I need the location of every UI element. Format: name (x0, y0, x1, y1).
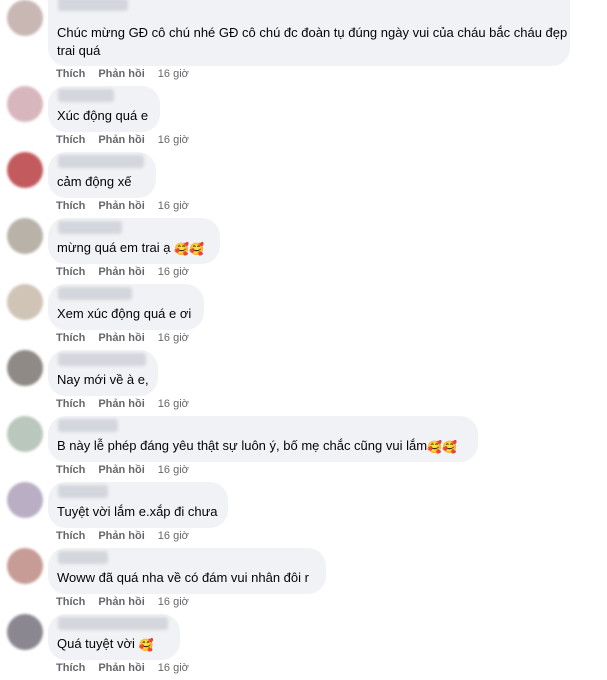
comment-bubble: Tuyệt vời lắm e.xắp đi chưa (48, 482, 228, 528)
author-name-blurred[interactable] (58, 485, 108, 498)
comment-actions: Thích Phản hồi 16 giờ (56, 199, 189, 213)
comment-bubble: B này lễ phép đáng yêu thật sự luôn ý, b… (48, 416, 478, 462)
comment-text: Tuyệt vời lắm e.xắp đi chưa (57, 503, 218, 521)
timestamp[interactable]: 16 giờ (158, 68, 189, 80)
like-button[interactable]: Thích (56, 134, 85, 146)
reply-button[interactable]: Phản hồi (98, 68, 144, 80)
comment-text: Chúc mừng GĐ cô chú nhé GĐ cô chú đc đoà… (57, 24, 577, 60)
like-button[interactable]: Thích (56, 266, 85, 278)
timestamp[interactable]: 16 giờ (158, 134, 189, 146)
like-button[interactable]: Thích (56, 68, 85, 80)
timestamp[interactable]: 16 giờ (158, 530, 189, 542)
author-name-blurred[interactable] (58, 89, 114, 102)
avatar[interactable] (7, 548, 43, 584)
comment-text-body: Xúc động quá e (57, 108, 149, 123)
avatar[interactable] (7, 614, 43, 650)
comment-text-body: Xem xúc động quá e ơi (57, 306, 192, 321)
comment-bubble: cảm động xế (48, 152, 156, 198)
comment-text-body: cảm động xế (57, 174, 132, 189)
comment-text: Quá tuyệt vời 🥰 (57, 635, 153, 653)
avatar[interactable] (7, 86, 43, 122)
avatar[interactable] (7, 482, 43, 518)
avatar[interactable] (7, 284, 43, 320)
avatar[interactable] (7, 152, 43, 188)
reply-button[interactable]: Phản hồi (98, 266, 144, 278)
timestamp[interactable]: 16 giờ (158, 596, 189, 608)
comment-text: Nay mới về à e, (57, 371, 149, 389)
heart-face-emoji-icon: 🥰🥰 (427, 440, 457, 454)
comment-bubble: Xúc động quá e (48, 86, 160, 132)
comment-text-body: Chúc mừng GĐ cô chú nhé GĐ cô chú đc đoà… (57, 25, 568, 58)
timestamp[interactable]: 16 giờ (158, 266, 189, 278)
reply-button[interactable]: Phản hồi (98, 596, 144, 608)
comment-text-body: Tuyệt vời lắm e.xắp đi chưa (57, 504, 218, 519)
author-name-blurred[interactable] (58, 221, 122, 234)
like-button[interactable]: Thích (56, 464, 85, 476)
reply-button[interactable]: Phản hồi (98, 530, 144, 542)
comment-actions: Thích Phản hồi 16 giờ (56, 265, 189, 279)
comment-actions: Thích Phản hồi 16 giờ (56, 397, 189, 411)
avatar[interactable] (7, 416, 43, 452)
like-button[interactable]: Thích (56, 596, 85, 608)
reply-button[interactable]: Phản hồi (98, 134, 144, 146)
like-button[interactable]: Thích (56, 530, 85, 542)
heart-face-emoji-icon: 🥰🥰 (174, 242, 204, 256)
comment-actions: Thích Phản hồi 16 giờ (56, 463, 189, 477)
like-button[interactable]: Thích (56, 398, 85, 410)
comment-bubble: Woww đã quá nha về có đám vui nhân đôi r (48, 548, 326, 594)
author-name-blurred[interactable] (58, 353, 146, 366)
timestamp[interactable]: 16 giờ (158, 662, 189, 674)
comment-text: Xúc động quá e (57, 107, 148, 125)
comment-actions: Thích Phản hồi 16 giờ (56, 529, 189, 543)
comment-text: mừng quá em trai ạ 🥰🥰 (57, 239, 204, 257)
comment-text-body: mừng quá em trai ạ (57, 240, 171, 255)
avatar[interactable] (7, 0, 43, 36)
reply-button[interactable]: Phản hồi (98, 200, 144, 212)
comment-actions: Thích Phản hồi 16 giờ (56, 67, 189, 81)
reply-button[interactable]: Phản hồi (98, 464, 144, 476)
avatar[interactable] (7, 218, 43, 254)
comment-actions: Thích Phản hồi 16 giờ (56, 595, 189, 609)
comment-text-body: B này lễ phép đáng yêu thật sự luôn ý, b… (57, 438, 428, 453)
comment-text-body: Woww đã quá nha về có đám vui nhân đôi r (57, 570, 309, 585)
timestamp[interactable]: 16 giờ (158, 200, 189, 212)
author-name-blurred[interactable] (58, 155, 144, 168)
timestamp[interactable]: 16 giờ (158, 332, 189, 344)
author-name-blurred[interactable] (58, 419, 118, 432)
avatar[interactable] (7, 350, 43, 386)
comment-bubble: Xem xúc động quá e ơi (48, 284, 204, 330)
like-button[interactable]: Thích (56, 662, 85, 674)
reply-button[interactable]: Phản hồi (98, 398, 144, 410)
comment-text-body: Quá tuyệt vời (57, 636, 135, 651)
timestamp[interactable]: 16 giờ (158, 464, 189, 476)
author-name-blurred[interactable] (58, 551, 108, 564)
comment-text: Woww đã quá nha về có đám vui nhân đôi r (57, 569, 309, 587)
comment-actions: Thích Phản hồi 16 giờ (56, 133, 189, 147)
comment-actions: Thích Phản hồi 16 giờ (56, 331, 189, 345)
author-name-blurred[interactable] (58, 0, 128, 11)
comment-text-body: Nay mới về à e, (57, 372, 149, 387)
timestamp[interactable]: 16 giờ (158, 398, 189, 410)
comment-bubble: Quá tuyệt vời 🥰 (48, 614, 180, 660)
author-name-blurred[interactable] (58, 287, 132, 300)
reply-button[interactable]: Phản hồi (98, 332, 144, 344)
like-button[interactable]: Thích (56, 332, 85, 344)
comment-text: Xem xúc động quá e ơi (57, 305, 191, 323)
like-button[interactable]: Thích (56, 200, 85, 212)
comment-actions: Thích Phản hồi 16 giờ (56, 661, 189, 675)
comment-text: B này lễ phép đáng yêu thật sự luôn ý, b… (57, 437, 457, 455)
comment-bubble: Chúc mừng GĐ cô chú nhé GĐ cô chú đc đoà… (48, 0, 570, 66)
smiling-face-emoji-icon: 🥰 (138, 638, 154, 652)
comment-bubble: mừng quá em trai ạ 🥰🥰 (48, 218, 220, 264)
author-name-blurred[interactable] (58, 617, 168, 630)
comment-text: cảm động xế (57, 173, 131, 191)
comment-bubble: Nay mới về à e, (48, 350, 158, 396)
reply-button[interactable]: Phản hồi (98, 662, 144, 674)
